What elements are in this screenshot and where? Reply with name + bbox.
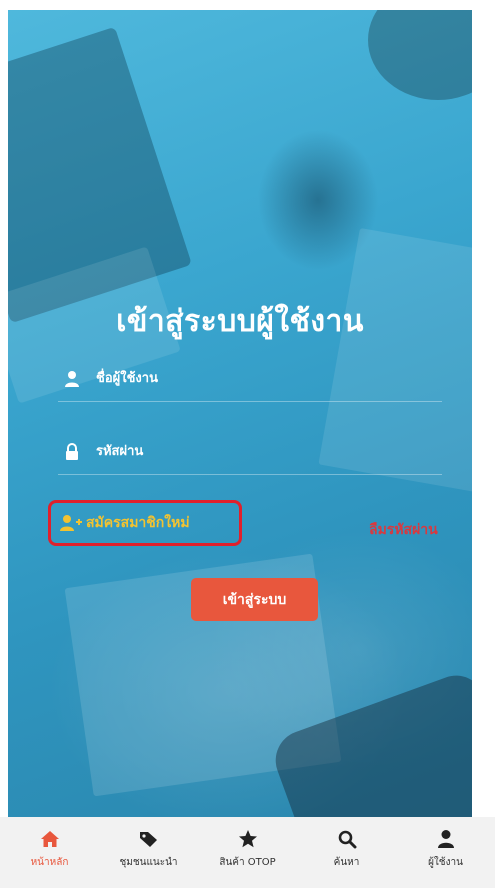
forgot-password-link[interactable]: ลืมรหัสผ่าน <box>369 519 438 541</box>
login-button[interactable]: เข้าสู่ระบบ <box>191 578 318 621</box>
lock-icon <box>66 443 78 460</box>
bottom-tab-bar: หน้าหลัก ชุมชนแนะนำ สินค้า OTOP ค้นหา ผู… <box>0 817 495 888</box>
user-icon <box>65 371 79 387</box>
user-plus-icon <box>60 515 82 531</box>
tab-search-label: ค้นหา <box>333 857 360 868</box>
background-shadow <box>368 10 472 100</box>
tab-otop-products[interactable]: สินค้า OTOP <box>198 817 297 888</box>
tag-icon <box>139 832 157 847</box>
search-icon <box>338 830 356 849</box>
password-field[interactable]: รหัสผ่าน <box>58 431 442 475</box>
background-laptop <box>8 26 192 324</box>
username-label: ชื่อผู้ใช้งาน <box>96 371 158 386</box>
background-hand <box>267 667 472 817</box>
password-label: รหัสผ่าน <box>96 444 144 459</box>
tab-user-label: ผู้ใช้งาน <box>428 857 463 868</box>
tab-community-label: ชุมชนแนะนำ <box>119 857 178 868</box>
star-icon <box>238 830 257 848</box>
tab-home-label: หน้าหลัก <box>30 857 69 868</box>
login-title: เข้าสู่ระบบผู้ใช้งาน <box>116 304 364 339</box>
home-icon <box>40 831 59 847</box>
register-label: สมัครสมาชิกใหม่ <box>86 515 190 531</box>
tab-recommended-community[interactable]: ชุมชนแนะนำ <box>99 817 198 888</box>
tab-user[interactable]: ผู้ใช้งาน <box>396 817 495 888</box>
tab-search[interactable]: ค้นหา <box>297 817 396 888</box>
username-field[interactable]: ชื่อผู้ใช้งาน <box>58 358 442 402</box>
user-icon <box>437 830 454 848</box>
tab-home[interactable]: หน้าหลัก <box>0 817 99 888</box>
register-link[interactable]: สมัครสมาชิกใหม่ <box>48 500 242 546</box>
tab-otop-label: สินค้า OTOP <box>219 857 276 868</box>
login-background: เข้าสู่ระบบผู้ใช้งาน ชื่อผู้ใช้งาน รหัสผ… <box>8 10 472 817</box>
